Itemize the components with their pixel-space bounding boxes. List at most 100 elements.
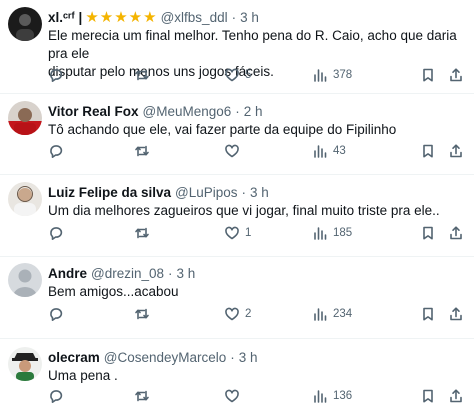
reply-feed: xl.ᶜʳᶠ | ★★★★★ @xlfbs_ddl · 3 h Ele mere… (0, 0, 474, 411)
reply-button[interactable] (48, 65, 69, 85)
share-icon (450, 144, 462, 158)
display-name[interactable]: olecram (48, 350, 100, 365)
views-button[interactable]: 378 (312, 65, 352, 85)
user-handle[interactable]: @xlfbs_ddl (161, 10, 228, 25)
tweet-text-line: Uma pena . (48, 368, 118, 383)
like-button[interactable]: 5 (224, 65, 251, 85)
tweet-text: Um dia melhores zagueiros que vi jogar, … (48, 202, 466, 220)
timestamp[interactable]: 3 h (240, 10, 259, 25)
separator-dot: · (241, 184, 247, 200)
retweet-button[interactable] (134, 141, 155, 161)
reply-icon (50, 390, 63, 403)
views-count: 378 (333, 69, 353, 81)
share-icon (450, 68, 462, 82)
action-bar: 43 (48, 141, 466, 161)
bookmark-button[interactable] (420, 386, 436, 406)
share-button[interactable] (448, 223, 464, 243)
user-handle[interactable]: @MeuMengo6 (143, 104, 232, 119)
avatar[interactable] (8, 263, 42, 297)
reply-tweet[interactable]: olecram @CosendeyMarcelo · 3 h Uma pena … (0, 339, 474, 411)
timestamp[interactable]: 3 h (177, 266, 196, 281)
user-handle[interactable]: @CosendeyMarcelo (104, 350, 227, 365)
heart-icon (225, 389, 239, 403)
user-handle[interactable]: @LuPipos (175, 185, 238, 200)
like-count: 2 (245, 308, 252, 320)
display-name[interactable]: Luiz Felipe da silva (48, 185, 171, 200)
reply-button[interactable] (48, 223, 69, 243)
reply-tweet[interactable]: Luiz Felipe da silva @LuPipos · 3 h Um d… (0, 175, 474, 257)
bar-chart-icon (314, 227, 327, 240)
reply-icon (50, 227, 63, 240)
display-name[interactable]: Vitor Real Fox (48, 104, 139, 119)
bar-chart-icon (314, 145, 327, 158)
reply-tweet[interactable]: xl.ᶜʳᶠ | ★★★★★ @xlfbs_ddl · 3 h Ele mere… (0, 0, 474, 94)
like-button[interactable]: 1 (224, 223, 251, 243)
separator-dot: · (231, 9, 237, 25)
action-bar: 1 185 (48, 223, 466, 243)
reply-tweet[interactable]: Vitor Real Fox @MeuMengo6 · 2 h Tô achan… (0, 94, 474, 175)
retweet-button[interactable] (134, 304, 155, 324)
views-count: 234 (333, 308, 353, 320)
reply-icon (50, 145, 63, 158)
reply-tweet[interactable]: Andre @drezin_08 · 3 h Bem amigos...acab… (0, 257, 474, 339)
reply-icon (50, 69, 63, 82)
like-button[interactable] (224, 386, 245, 406)
bookmark-button[interactable] (420, 141, 436, 161)
avatar[interactable] (8, 347, 42, 381)
views-button[interactable]: 234 (312, 304, 352, 324)
bookmark-button[interactable] (420, 223, 436, 243)
like-button[interactable]: 2 (224, 304, 251, 324)
bookmark-button[interactable] (420, 65, 436, 85)
heart-icon (225, 307, 239, 321)
bar-chart-icon (314, 390, 327, 403)
bookmark-icon (423, 226, 433, 240)
retweet-icon (135, 145, 149, 157)
bookmark-icon (423, 389, 433, 403)
reply-button[interactable] (48, 386, 69, 406)
avatar[interactable] (8, 101, 42, 135)
bar-chart-icon (314, 69, 327, 82)
bar-chart-icon (314, 308, 327, 321)
like-count: 1 (245, 227, 252, 239)
timestamp[interactable]: 2 h (244, 104, 263, 119)
share-icon (450, 389, 462, 403)
retweet-button[interactable] (134, 65, 155, 85)
reply-button[interactable] (48, 141, 69, 161)
share-button[interactable] (448, 141, 464, 161)
retweet-button[interactable] (134, 223, 155, 243)
tweet-text-line: Um dia melhores zagueiros que vi jogar, … (48, 203, 440, 218)
heart-icon (225, 144, 239, 158)
separator-dot: · (230, 349, 235, 365)
timestamp[interactable]: 3 h (239, 350, 258, 365)
timestamp[interactable]: 3 h (250, 185, 269, 200)
tweet-text-line: Ele merecia um final melhor. Tenho pena … (48, 28, 457, 61)
bookmark-button[interactable] (420, 304, 436, 324)
separator-dot: · (168, 265, 173, 281)
retweet-button[interactable] (134, 386, 155, 406)
share-button[interactable] (448, 304, 464, 324)
views-count: 136 (333, 390, 353, 402)
retweet-icon (135, 69, 149, 81)
like-button[interactable] (224, 141, 245, 161)
views-button[interactable]: 136 (312, 386, 352, 406)
avatar[interactable] (8, 7, 42, 41)
retweet-icon (135, 227, 149, 239)
display-name[interactable]: Andre (48, 266, 87, 281)
retweet-icon (135, 308, 149, 320)
separator-dot: · (235, 103, 240, 119)
reply-button[interactable] (48, 304, 69, 324)
action-bar: 2 234 (48, 304, 466, 324)
tweet-text: Bem amigos...acabou (48, 283, 466, 301)
reply-icon (50, 308, 63, 321)
views-button[interactable]: 185 (312, 223, 352, 243)
share-button[interactable] (448, 386, 464, 406)
tweet-text: Tô achando que ele, vai fazer parte da e… (48, 121, 466, 139)
display-name[interactable]: xl.ᶜʳᶠ | (48, 10, 82, 25)
rating-stars: ★★★★★ (85, 9, 158, 26)
user-handle[interactable]: @drezin_08 (91, 266, 164, 281)
share-button[interactable] (448, 65, 464, 85)
avatar[interactable] (8, 182, 42, 216)
tweet-text-line: Bem amigos...acabou (48, 284, 179, 299)
views-button[interactable]: 43 (312, 141, 346, 161)
heart-icon (225, 226, 239, 240)
